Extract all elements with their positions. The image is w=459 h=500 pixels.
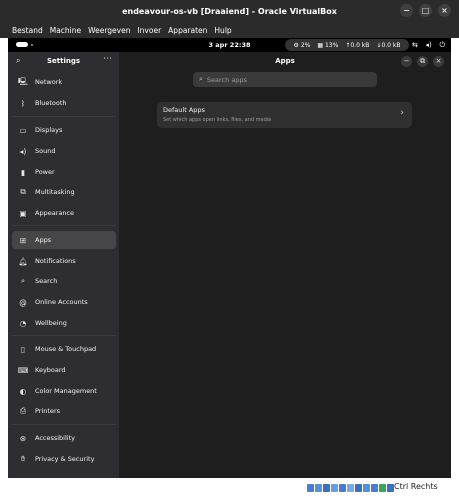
appearance-icon: ▣	[19, 208, 27, 218]
color-icon: ◐	[19, 386, 27, 396]
menu-bestand[interactable]: Bestand	[12, 26, 43, 35]
accessibility-icon: ⊛	[19, 433, 27, 443]
sidebar-item-online-accounts[interactable]: @ Online Accounts	[12, 293, 116, 311]
keyboard-icon: ⌨	[17, 365, 29, 375]
window-title: endeavour-os-vb [Draaiend] - Oracle Virt…	[122, 6, 337, 16]
system-tray[interactable]: ⇆ ◂) ⏻	[412, 38, 448, 52]
search-icon: ⌕	[20, 276, 26, 285]
more-menu-icon[interactable]: ⋯	[103, 54, 113, 64]
menu-invoer[interactable]: Invoer	[137, 26, 161, 35]
menu-apparaten[interactable]: Apparaten	[168, 26, 207, 35]
bluetooth-icon: ᛒ	[20, 98, 26, 108]
menu-weergeven[interactable]: Weergeven	[88, 26, 130, 35]
sidebar-item-bluetooth[interactable]: ᛒ Bluetooth	[12, 94, 116, 112]
mouse-integration-icon[interactable]	[379, 484, 386, 492]
close-icon[interactable]: ×	[433, 56, 444, 67]
sidebar-item-keyboard[interactable]: ⌨ Keyboard	[12, 361, 116, 379]
host-key-label: Ctrl Rechts	[394, 482, 438, 491]
guest-screen: 3 apr 22:38 ⚙ 2% ▦ 13% ↑0.0 kB ↓0.0 kB ⇆…	[8, 38, 451, 478]
vbox-titlebar: endeavour-os-vb [Draaiend] - Oracle Virt…	[0, 0, 459, 22]
sidebar-item-multitasking[interactable]: ⧉ Multitasking	[12, 183, 116, 201]
sound-icon: ◂)	[19, 146, 27, 156]
sidebar-item-accessibility[interactable]: ⊛ Accessibility	[12, 429, 116, 447]
window-controls: − ⧉ ×	[401, 56, 444, 67]
sidebar-header: ⌕ Settings ⋯	[8, 52, 119, 70]
sidebar-item-appearance[interactable]: ▣ Appearance	[12, 204, 116, 222]
shared-folder-icon[interactable]	[347, 484, 354, 492]
sidebar-item-privacy-security[interactable]: ✋︎ Privacy & Security	[12, 450, 116, 468]
sidebar-item-power[interactable]: ▮ Power	[12, 163, 116, 181]
sidebar-separator	[12, 116, 116, 117]
keyboard-capture-icon[interactable]	[387, 484, 394, 492]
settings-sidebar: ⌕ Settings ⋯ 🖳 Network ᛒ Bluetooth ▭ Dis…	[8, 52, 119, 478]
search-icon: ⌕	[199, 75, 203, 83]
sidebar-item-search[interactable]: ⌕ Search	[12, 272, 116, 290]
default-apps-row[interactable]: Default Apps Set which apps open links, …	[157, 102, 412, 128]
system-monitor[interactable]: ⚙ 2% ▦ 13% ↑0.0 kB ↓0.0 kB	[285, 39, 409, 51]
vbox-statusbar: Ctrl Rechts	[0, 478, 459, 500]
sidebar-item-mouse-touchpad[interactable]: ▯ Mouse & Touchpad	[12, 340, 116, 358]
default-apps-subtitle: Set which apps open links, files, and me…	[163, 117, 272, 123]
cpu-icon[interactable]	[371, 484, 378, 492]
chevron-right-icon: ›	[400, 108, 404, 118]
upload-readout: ↑0.0 kB	[345, 41, 370, 49]
sidebar-separator	[12, 424, 116, 425]
download-readout: ↓0.0 kB	[376, 41, 401, 49]
power-icon: ⏻	[439, 40, 445, 49]
menu-hulp[interactable]: Hulp	[214, 26, 231, 35]
display-icon[interactable]	[355, 484, 362, 492]
device-status-icons	[307, 484, 394, 492]
recording-icon[interactable]	[363, 484, 370, 492]
gnome-topbar: 3 apr 22:38 ⚙ 2% ▦ 13% ↑0.0 kB ↓0.0 kB ⇆…	[8, 38, 451, 52]
apps-icon: ⊞	[19, 235, 27, 245]
audio-icon[interactable]	[323, 484, 330, 492]
maximize-icon[interactable]: ⧉	[417, 56, 428, 67]
printer-icon: ⎙	[20, 406, 26, 415]
default-apps-title: Default Apps	[163, 106, 205, 114]
memory-readout: ▦ 13%	[317, 41, 339, 49]
cpu-readout: ⚙ 2%	[293, 41, 311, 49]
mouse-icon: ▯	[20, 344, 26, 354]
sidebar-item-apps[interactable]: ⊞ Apps	[12, 231, 116, 249]
network-wired-icon: ⇆	[412, 41, 418, 49]
bell-icon: 🔔︎	[18, 256, 28, 266]
memory-icon: ▦	[317, 41, 324, 49]
network-adapter-icon[interactable]	[331, 484, 338, 492]
sidebar-item-color-management[interactable]: ◐ Color Management	[12, 382, 116, 400]
search-field[interactable]: ⌕	[193, 72, 377, 87]
sidebar-item-wellbeing[interactable]: ◔ Wellbeing	[12, 314, 116, 332]
privacy-icon: ✋︎	[20, 454, 26, 463]
wellbeing-icon: ◔	[19, 318, 27, 328]
sidebar-item-sound[interactable]: ◂) Sound	[12, 142, 116, 160]
minimize-icon[interactable]: −	[401, 56, 412, 67]
volume-icon: ◂)	[425, 41, 432, 49]
at-icon: @	[19, 297, 27, 307]
hard-disk-icon[interactable]	[307, 484, 314, 492]
sidebar-item-network[interactable]: 🖳 Network	[12, 73, 116, 91]
vbox-menubar: Bestand Machine Weergeven Invoer Apparat…	[0, 22, 459, 38]
sidebar-separator	[12, 225, 116, 226]
sidebar-item-displays[interactable]: ▭ Displays	[12, 121, 116, 139]
multitasking-icon: ⧉	[20, 187, 26, 196]
menu-machine[interactable]: Machine	[50, 26, 81, 35]
display-icon: ▭	[19, 125, 27, 135]
optical-drive-icon[interactable]	[315, 484, 322, 492]
maximize-icon[interactable]: □	[419, 4, 432, 17]
power-icon: ▮	[20, 167, 26, 177]
sidebar-item-printers[interactable]: ⎙ Printers	[12, 402, 116, 420]
sidebar-separator	[12, 335, 116, 336]
usb-icon[interactable]	[339, 484, 346, 492]
close-icon[interactable]: ×	[438, 4, 451, 17]
apps-panel: Apps − ⧉ × ⌕ Default Apps Set which apps…	[119, 52, 451, 478]
search-input[interactable]	[206, 75, 367, 84]
sidebar-item-notifications[interactable]: 🔔︎ Notifications	[12, 252, 116, 270]
minimize-icon[interactable]: −	[400, 4, 413, 17]
cpu-icon: ⚙	[293, 41, 299, 49]
window-controls: − □ ×	[400, 4, 451, 17]
network-icon: 🖳	[17, 76, 28, 86]
